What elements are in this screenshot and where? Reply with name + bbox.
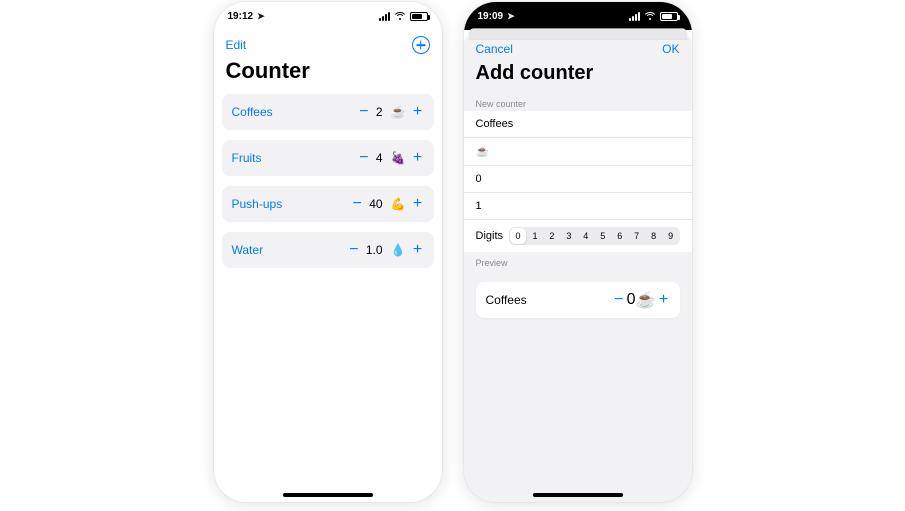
preview-value: 0 xyxy=(627,291,636,309)
digits-label: Digits xyxy=(476,230,504,242)
new-counter-form: Coffees ☕️ 0 1 Digits 0 1 2 3 4 5 6 7 8 … xyxy=(464,111,692,252)
increment-button[interactable]: + xyxy=(410,104,426,120)
name-field[interactable]: Coffees xyxy=(464,111,692,138)
edit-button[interactable]: Edit xyxy=(226,38,247,52)
counter-emoji: 🍇 xyxy=(391,151,406,165)
preview-container: Coffees − 0 ☕️ + xyxy=(464,270,692,318)
increment-button[interactable]: + xyxy=(410,150,426,166)
step-field[interactable]: 1 xyxy=(464,193,692,220)
digits-option[interactable]: 1 xyxy=(527,228,543,244)
counter-value: 4 xyxy=(376,151,383,165)
decrement-button[interactable]: − xyxy=(346,242,362,258)
preview-emoji: ☕️ xyxy=(636,290,656,310)
decrement-button[interactable]: − xyxy=(611,292,627,308)
status-bar: 19:09 ➤ xyxy=(464,2,692,30)
location-icon: ➤ xyxy=(257,11,265,22)
preview-name: Coffees xyxy=(486,293,611,307)
counter-emoji: 💧 xyxy=(391,243,406,257)
cancel-button[interactable]: Cancel xyxy=(476,42,513,56)
status-bar: 19:12 ➤ xyxy=(214,2,442,30)
digits-option[interactable]: 6 xyxy=(612,228,628,244)
counter-row[interactable]: Fruits − 4 🍇 + xyxy=(222,140,434,176)
digits-field: Digits 0 1 2 3 4 5 6 7 8 9 xyxy=(464,220,692,252)
counter-name: Water xyxy=(232,243,346,257)
cellular-icon xyxy=(379,12,390,21)
digits-option[interactable]: 8 xyxy=(646,228,662,244)
status-time: 19:12 xyxy=(228,11,254,22)
digits-option[interactable]: 7 xyxy=(629,228,645,244)
counter-name: Push-ups xyxy=(232,197,350,211)
wifi-icon xyxy=(644,12,656,21)
phone-counter-list: 19:12 ➤ Edit Counter Coffees − 2 ☕️ + Fr… xyxy=(214,2,442,502)
wifi-icon xyxy=(394,12,406,21)
increment-button[interactable]: + xyxy=(410,196,426,212)
digits-option[interactable]: 2 xyxy=(544,228,560,244)
counter-value: 1.0 xyxy=(366,243,383,257)
page-title: Counter xyxy=(214,56,442,94)
counter-list: Coffees − 2 ☕️ + Fruits − 4 🍇 + Push-ups… xyxy=(214,94,442,268)
cellular-icon xyxy=(629,12,640,21)
add-counter-icon[interactable] xyxy=(412,36,430,54)
digits-option[interactable]: 0 xyxy=(510,228,526,244)
preview-row: Coffees − 0 ☕️ + xyxy=(476,282,680,318)
counter-row[interactable]: Water − 1.0 💧 + xyxy=(222,232,434,268)
add-counter-sheet: Cancel OK Add counter New counter Coffee… xyxy=(464,34,692,502)
home-indicator xyxy=(283,493,373,497)
counter-emoji: 💪 xyxy=(391,197,406,211)
navbar: Edit xyxy=(214,30,442,56)
counter-name: Coffees xyxy=(232,105,356,119)
digits-option[interactable]: 5 xyxy=(595,228,611,244)
decrement-button[interactable]: − xyxy=(356,150,372,166)
counter-emoji: ☕️ xyxy=(391,105,406,119)
emoji-field[interactable]: ☕️ xyxy=(464,138,692,166)
digits-option[interactable]: 9 xyxy=(663,228,679,244)
status-time: 19:09 xyxy=(478,11,504,22)
sheet-backdrop xyxy=(468,28,687,40)
battery-icon xyxy=(660,12,678,21)
phone-add-counter: 19:09 ➤ Cancel OK Add counter New counte… xyxy=(464,2,692,502)
counter-row[interactable]: Push-ups − 40 💪 + xyxy=(222,186,434,222)
battery-icon xyxy=(410,12,428,21)
digits-option[interactable]: 4 xyxy=(578,228,594,244)
sheet-title: Add counter xyxy=(464,60,692,93)
location-icon: ➤ xyxy=(507,11,515,22)
counter-value: 40 xyxy=(369,197,382,211)
digits-option[interactable]: 3 xyxy=(561,228,577,244)
counter-row[interactable]: Coffees − 2 ☕️ + xyxy=(222,94,434,130)
increment-button[interactable]: + xyxy=(410,242,426,258)
section-header-preview: Preview xyxy=(464,252,692,270)
decrement-button[interactable]: − xyxy=(349,196,365,212)
digits-segmented[interactable]: 0 1 2 3 4 5 6 7 8 9 xyxy=(509,227,679,245)
home-indicator xyxy=(533,493,623,497)
counter-value: 2 xyxy=(376,105,383,119)
initial-value-field[interactable]: 0 xyxy=(464,166,692,193)
ok-button[interactable]: OK xyxy=(662,42,679,56)
decrement-button[interactable]: − xyxy=(356,104,372,120)
increment-button[interactable]: + xyxy=(656,292,672,308)
section-header-new: New counter xyxy=(464,93,692,111)
counter-name: Fruits xyxy=(232,151,356,165)
